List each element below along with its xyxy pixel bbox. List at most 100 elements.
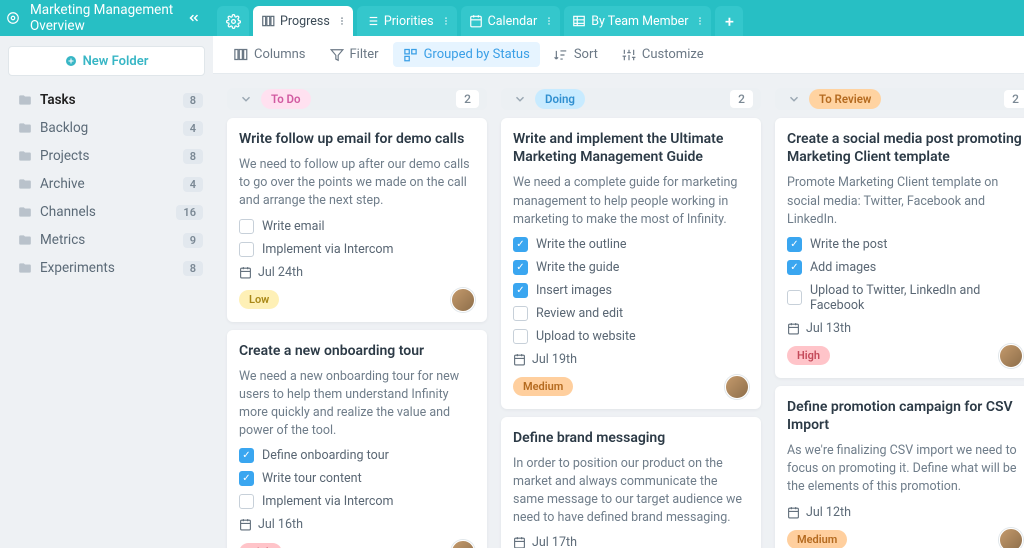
toolbar: Columns Filter Grouped by Status Sort Cu… <box>213 36 1024 74</box>
task-card[interactable]: Write follow up email for demo callsWe n… <box>227 118 487 322</box>
checklist-item[interactable]: ✓ Define onboarding tour <box>239 448 475 463</box>
view-tab[interactable]: Priorities <box>357 6 457 36</box>
tab-menu-icon[interactable] <box>439 14 451 28</box>
folder-row[interactable]: Backlog4 <box>0 114 213 142</box>
checkbox[interactable] <box>513 329 528 344</box>
card-date: Jul 13th <box>787 321 1023 336</box>
folder-label: Channels <box>40 204 176 220</box>
folder-count: 8 <box>183 149 203 164</box>
tab-label: By Team Member <box>591 14 688 29</box>
task-card[interactable]: Create a social media post promoting Mar… <box>775 118 1024 378</box>
group-label: Grouped by Status <box>424 47 530 62</box>
view-tab[interactable]: By Team Member <box>564 6 711 36</box>
checkbox[interactable]: ✓ <box>239 448 254 463</box>
column-header: To Do2 <box>227 88 487 110</box>
folder-row[interactable]: Experiments8 <box>0 254 213 282</box>
add-view-button[interactable]: + <box>715 6 743 36</box>
avatar[interactable] <box>725 375 749 399</box>
folder-count: 16 <box>176 205 203 220</box>
checklist-item[interactable]: Upload to website <box>513 329 749 344</box>
folder-row[interactable]: Channels16 <box>0 198 213 226</box>
checklist-item[interactable]: Implement via Intercom <box>239 494 475 509</box>
view-tab[interactable]: Progress <box>253 6 353 36</box>
task-card[interactable]: Define brand messagingIn order to positi… <box>501 417 761 548</box>
card-description: We need a complete guide for marketing m… <box>513 174 749 228</box>
folder-row[interactable]: Archive4 <box>0 170 213 198</box>
folder-row[interactable]: Metrics9 <box>0 226 213 254</box>
checklist-item[interactable]: ✓Write the guide <box>513 260 749 275</box>
folder-row[interactable]: Tasks8 <box>0 86 213 114</box>
task-card[interactable]: Define promotion campaign for CSV Import… <box>775 386 1024 548</box>
folder-label: Archive <box>40 176 183 192</box>
new-folder-label: New Folder <box>83 54 149 69</box>
checklist-item[interactable]: ✓Insert images <box>513 283 749 298</box>
avatar[interactable] <box>999 528 1023 548</box>
checkbox[interactable]: ✓ <box>239 471 254 486</box>
sidebar: Marketing Management Overview New Folder… <box>0 0 213 548</box>
checklist-item[interactable]: ✓Write the outline <box>513 237 749 252</box>
checklist-item[interactable]: ✓Write the post <box>787 237 1023 252</box>
filter-button[interactable]: Filter <box>320 42 389 67</box>
new-folder-button[interactable]: New Folder <box>8 46 205 76</box>
group-button[interactable]: Grouped by Status <box>393 42 540 67</box>
card-description: Promote Marketing Client template on soc… <box>787 174 1023 228</box>
folder-row[interactable]: Projects8 <box>0 142 213 170</box>
chevron-down-icon[interactable] <box>783 88 805 110</box>
tab-menu-icon[interactable] <box>335 14 347 28</box>
avatar[interactable] <box>451 540 475 548</box>
folder-icon <box>18 205 32 219</box>
kanban-board: To Do2 Write follow up email for demo cal… <box>213 74 1024 548</box>
calendar-icon <box>513 536 526 548</box>
folder-list: Tasks8Backlog4Projects8Archive4Channels1… <box>0 82 213 286</box>
sort-button[interactable]: Sort <box>544 42 608 67</box>
folder-count: 4 <box>183 177 203 192</box>
calendar-icon <box>239 266 252 279</box>
calendar-icon <box>239 518 252 531</box>
priority-pill: Low <box>239 290 279 309</box>
columns-button[interactable]: Columns <box>223 42 316 67</box>
folder-label: Tasks <box>40 92 183 108</box>
task-card[interactable]: Write and implement the Ultimate Marketi… <box>501 118 761 409</box>
tab-menu-icon[interactable] <box>693 14 705 28</box>
checkbox[interactable]: ✓ <box>787 237 802 252</box>
avatar[interactable] <box>999 344 1023 368</box>
sidebar-collapse-button[interactable] <box>181 7 207 29</box>
avatar[interactable] <box>451 288 475 312</box>
view-settings-button[interactable] <box>217 6 249 36</box>
tab-menu-icon[interactable] <box>542 14 554 28</box>
card-description: In order to position our product on the … <box>513 455 749 528</box>
checkbox[interactable] <box>787 290 802 305</box>
checklist-label: Define onboarding tour <box>262 448 389 463</box>
checklist-item[interactable]: Write email <box>239 219 475 234</box>
checklist-item[interactable]: Review and edit <box>513 306 749 321</box>
folder-label: Experiments <box>40 260 183 276</box>
calendar-icon <box>787 322 800 335</box>
view-tab[interactable]: Calendar <box>461 6 561 36</box>
folder-icon <box>18 261 32 275</box>
card-title: Define promotion campaign for CSV Import <box>787 398 1023 434</box>
card-footer: Medium <box>513 375 749 399</box>
card-title: Write follow up email for demo calls <box>239 130 475 148</box>
list-icon <box>365 14 379 28</box>
checkbox[interactable] <box>239 219 254 234</box>
checkbox[interactable]: ✓ <box>513 283 528 298</box>
card-date: Jul 12th <box>787 505 1023 520</box>
customize-button[interactable]: Customize <box>612 42 714 67</box>
column-count: 2 <box>730 90 753 108</box>
chevron-down-icon[interactable] <box>235 88 257 110</box>
checklist-item[interactable]: ✓Write tour content <box>239 471 475 486</box>
checkbox[interactable] <box>239 242 254 257</box>
folder-icon <box>18 233 32 247</box>
card-date: Jul 24th <box>239 265 475 280</box>
checklist-item[interactable]: Implement via Intercom <box>239 242 475 257</box>
checkbox[interactable]: ✓ <box>513 260 528 275</box>
checklist-item[interactable]: Upload to Twitter, LinkedIn and Facebook <box>787 283 1023 313</box>
checkbox[interactable]: ✓ <box>787 260 802 275</box>
task-card[interactable]: Create a new onboarding tourWe need a ne… <box>227 330 487 548</box>
checkbox[interactable] <box>239 494 254 509</box>
chevron-down-icon[interactable] <box>509 88 531 110</box>
checklist-label: Add images <box>810 260 876 275</box>
checklist-item[interactable]: ✓ Add images <box>787 260 1023 275</box>
checkbox[interactable]: ✓ <box>513 237 528 252</box>
checkbox[interactable] <box>513 306 528 321</box>
